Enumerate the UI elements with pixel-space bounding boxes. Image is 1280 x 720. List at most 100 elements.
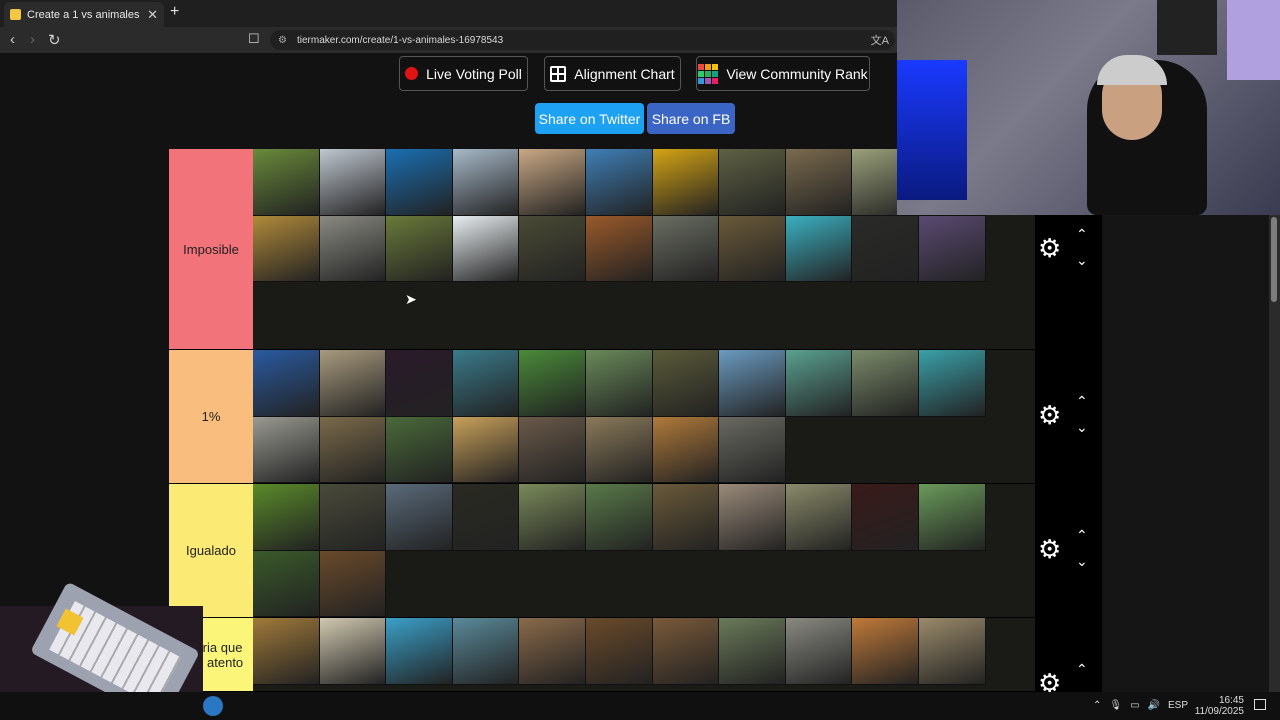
- animal-tile[interactable]: [253, 416, 320, 484]
- animal-tile[interactable]: [719, 149, 786, 216]
- animal-tile[interactable]: [585, 416, 653, 484]
- animal-tile[interactable]: [319, 484, 387, 551]
- animal-tile[interactable]: [519, 618, 586, 685]
- animal-tile[interactable]: [452, 484, 520, 551]
- animal-tile[interactable]: [452, 215, 520, 283]
- animal-tile[interactable]: [519, 149, 586, 216]
- animal-tile[interactable]: [785, 484, 853, 551]
- animal-tile[interactable]: [253, 350, 320, 417]
- animal-tile[interactable]: [719, 350, 786, 417]
- translate-icon[interactable]: 文A: [871, 32, 889, 48]
- animal-tile[interactable]: [253, 149, 320, 216]
- move-tier-up-icon[interactable]: ⌃: [1076, 226, 1088, 243]
- move-tier-down-icon[interactable]: ⌄: [1076, 419, 1088, 436]
- animal-tile[interactable]: [785, 350, 853, 417]
- animal-tile[interactable]: [386, 416, 453, 484]
- new-tab-button[interactable]: +: [170, 3, 179, 21]
- steam-icon[interactable]: [203, 696, 223, 716]
- animal-tile[interactable]: [319, 550, 387, 618]
- animal-tile[interactable]: [719, 215, 786, 283]
- alignment-chart-button[interactable]: Alignment Chart: [544, 56, 681, 91]
- animal-tile[interactable]: [452, 416, 520, 484]
- animal-tile[interactable]: [852, 618, 919, 685]
- reload-icon[interactable]: ↻: [48, 31, 61, 49]
- animal-tile[interactable]: [386, 618, 453, 685]
- animal-tile[interactable]: [452, 618, 520, 685]
- share-twitter-button[interactable]: Share on Twitter: [535, 103, 644, 134]
- animal-tile[interactable]: [585, 149, 653, 216]
- animal-tile[interactable]: [253, 618, 320, 685]
- animal-tile[interactable]: [585, 215, 653, 283]
- move-tier-up-icon[interactable]: ⌃: [1076, 661, 1088, 678]
- move-tier-down-icon[interactable]: ⌄: [1076, 553, 1088, 570]
- animal-tile[interactable]: [319, 149, 387, 216]
- animal-tile[interactable]: [585, 484, 653, 551]
- animal-tile[interactable]: [652, 618, 720, 685]
- animal-tile[interactable]: [785, 215, 853, 283]
- animal-tile[interactable]: [319, 416, 387, 484]
- animal-tile[interactable]: [585, 350, 653, 417]
- microphone-icon[interactable]: 🎙: [1109, 700, 1122, 711]
- animal-tile[interactable]: [652, 350, 720, 417]
- browser-tab[interactable]: Create a 1 vs animales Tier List - ✕: [4, 2, 164, 27]
- animal-tile[interactable]: [386, 215, 453, 283]
- animal-tile[interactable]: [319, 618, 387, 685]
- animal-tile[interactable]: [852, 350, 919, 417]
- back-icon[interactable]: ‹: [10, 31, 15, 48]
- scrollbar-thumb[interactable]: [1271, 217, 1277, 302]
- animal-tile[interactable]: [719, 416, 786, 484]
- volume-icon[interactable]: 🔊: [1148, 700, 1160, 711]
- animal-tile[interactable]: [519, 350, 586, 417]
- animal-tile[interactable]: [652, 215, 720, 283]
- live-voting-poll-button[interactable]: Live Voting Poll: [399, 56, 528, 91]
- animal-tile[interactable]: [918, 215, 986, 283]
- address-bar[interactable]: ⚙ tiermaker.com/create/1-vs-animales-169…: [270, 30, 895, 50]
- move-tier-down-icon[interactable]: ⌄: [1076, 252, 1088, 269]
- animal-tile[interactable]: [452, 149, 520, 216]
- forward-icon[interactable]: ›: [30, 31, 35, 48]
- tier-label[interactable]: Igualado: [169, 484, 253, 617]
- animal-tile[interactable]: [452, 350, 520, 417]
- animal-tile[interactable]: [585, 618, 653, 685]
- tier-label[interactable]: Imposible: [169, 149, 253, 349]
- animal-tile[interactable]: [519, 484, 586, 551]
- animal-tile[interactable]: [253, 550, 320, 618]
- tier-settings-gear-icon[interactable]: ⚙: [1038, 534, 1061, 565]
- animal-tile[interactable]: [852, 215, 919, 283]
- animal-tile[interactable]: [253, 215, 320, 283]
- notification-icon[interactable]: [1254, 699, 1266, 710]
- animal-tile[interactable]: [386, 484, 453, 551]
- animal-tile[interactable]: [918, 484, 986, 551]
- bookmark-icon[interactable]: ☐: [248, 31, 260, 47]
- language-indicator[interactable]: ESP: [1168, 700, 1188, 711]
- animal-tile[interactable]: [319, 350, 387, 417]
- tier-label[interactable]: 1%: [169, 350, 253, 483]
- animal-tile[interactable]: [719, 618, 786, 685]
- community-rank-button[interactable]: View Community Rank: [696, 56, 870, 91]
- animal-tile[interactable]: [319, 215, 387, 283]
- animal-tile[interactable]: [386, 149, 453, 216]
- animal-tile[interactable]: [652, 416, 720, 484]
- animal-tile[interactable]: [785, 618, 853, 685]
- tray-chevron-icon[interactable]: ⌃: [1093, 700, 1101, 711]
- animal-tile[interactable]: [386, 350, 453, 417]
- close-tab-icon[interactable]: ✕: [147, 7, 158, 23]
- tier-settings-gear-icon[interactable]: ⚙: [1038, 233, 1061, 264]
- animal-tile[interactable]: [852, 484, 919, 551]
- tier-settings-gear-icon[interactable]: ⚙: [1038, 400, 1061, 431]
- network-icon[interactable]: ▭: [1130, 700, 1139, 711]
- share-fb-button[interactable]: Share on FB: [647, 103, 735, 134]
- animal-tile[interactable]: [519, 416, 586, 484]
- animal-tile[interactable]: [519, 215, 586, 283]
- animal-tile[interactable]: [918, 350, 986, 417]
- move-tier-up-icon[interactable]: ⌃: [1076, 527, 1088, 544]
- animal-tile[interactable]: [719, 484, 786, 551]
- animal-tile[interactable]: [253, 484, 320, 551]
- site-info-icon[interactable]: ⚙: [278, 35, 287, 46]
- animal-tile[interactable]: [652, 484, 720, 551]
- move-tier-up-icon[interactable]: ⌃: [1076, 393, 1088, 410]
- clock[interactable]: 16:45 11/09/2025: [1195, 695, 1244, 717]
- animal-tile[interactable]: [652, 149, 720, 216]
- animal-tile[interactable]: [918, 618, 986, 685]
- animal-tile[interactable]: [785, 149, 853, 216]
